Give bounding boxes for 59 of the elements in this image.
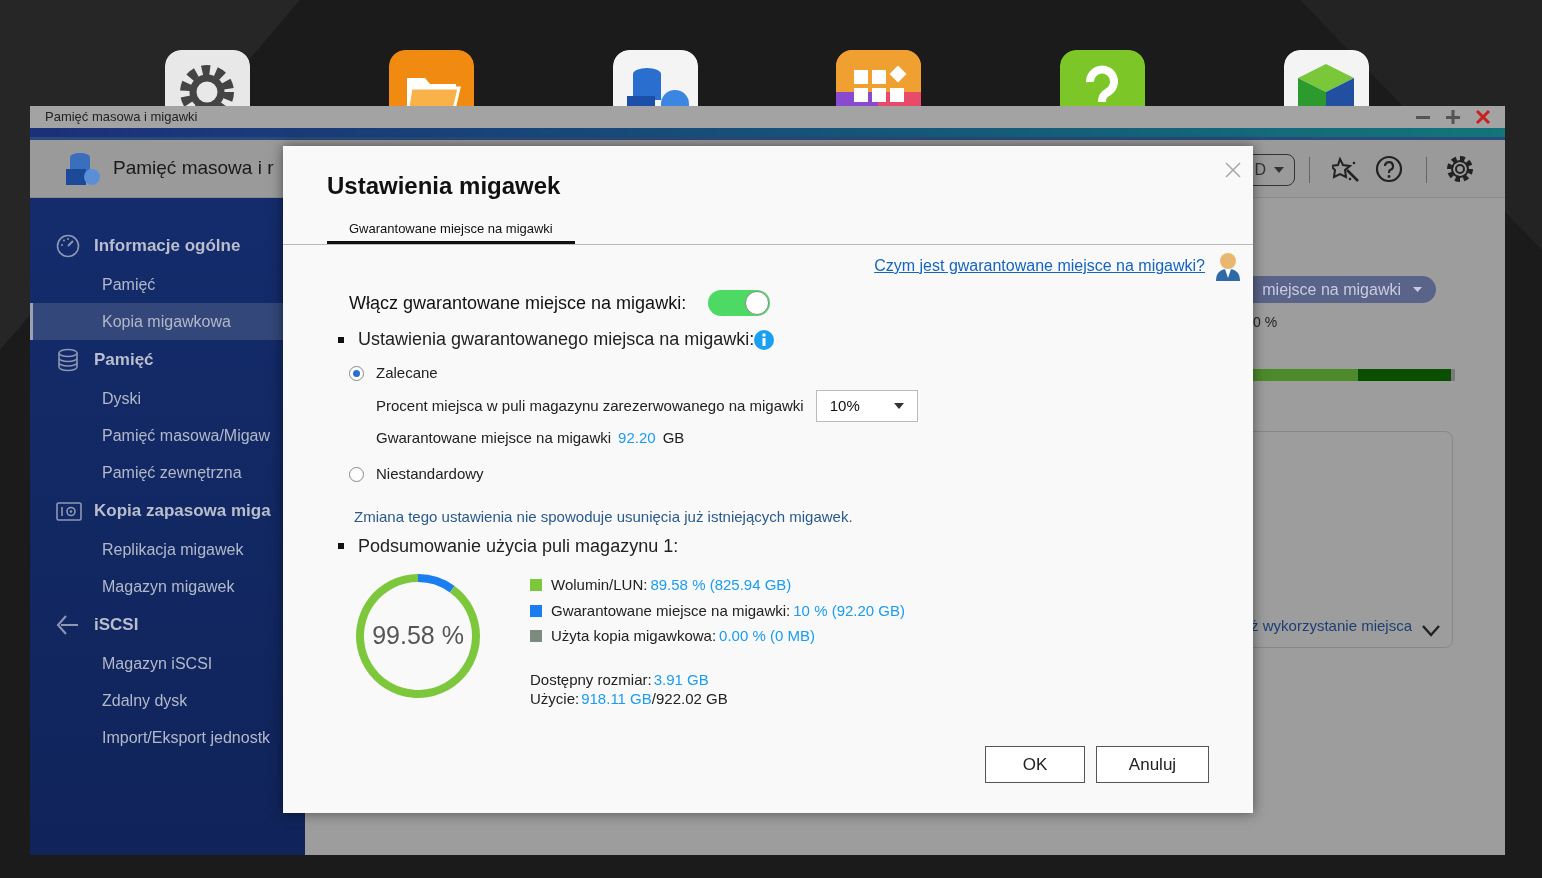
bullet: [338, 543, 344, 549]
ring-value: 99.58 %: [372, 619, 464, 651]
help-icon[interactable]: [1375, 155, 1403, 183]
legend-value: 89.58 % (825.94 GB): [650, 575, 792, 595]
app-title: Pamięć masowa i r: [113, 156, 274, 181]
folder-icon[interactable]: [389, 50, 474, 106]
cube-icon[interactable]: [1284, 50, 1369, 106]
stat-value: 3.91 GB: [653, 670, 709, 691]
chevron-down-icon[interactable]: [1422, 625, 1440, 637]
dialog-title: Ustawienia migawek: [327, 171, 562, 201]
sidebar-group[interactable]: Kopia zapasowa miga: [94, 498, 271, 524]
stat-value: 918.11 GB: [581, 689, 652, 710]
legend-value: 10 % (92.20 GB): [793, 600, 905, 621]
gauge-icon: [56, 234, 82, 258]
stat-label: Dostępny rozmiar:: [530, 670, 652, 691]
tab[interactable]: Gwarantowane miejsce na migawki: [327, 216, 575, 244]
percent-text: 0 %: [1253, 313, 1278, 332]
percent-dropdown[interactable]: 10%: [815, 390, 918, 422]
person-icon: [1213, 251, 1243, 281]
section-heading: Ustawienia gwarantowanego miejsca na migawki:: [358, 328, 755, 351]
cancel-button[interactable]: Anuluj: [1096, 746, 1209, 783]
caret-icon: [893, 403, 904, 409]
database-icon[interactable]: [613, 50, 698, 106]
toggle-label: Włącz gwarantowane miejsce na migawki:: [349, 291, 687, 315]
settings-icon[interactable]: [1445, 154, 1475, 184]
field-value: 92.20: [618, 427, 656, 448]
window-title: Pamięć masowa i migawki: [45, 108, 198, 127]
stat-total: /922.02 GB: [651, 689, 728, 710]
camera-icon: [56, 499, 82, 523]
field-label: Procent miejsca w puli magazynu zarezerwowanego na migawki: [376, 395, 804, 416]
radio-label: Niestandardowy: [376, 463, 484, 484]
info-icon[interactable]: [754, 329, 775, 350]
caret-icon: [1274, 167, 1284, 173]
stat-label: Użycie:: [530, 689, 580, 710]
sidebar-group[interactable]: Pamięć: [94, 347, 154, 373]
sidebar-group[interactable]: Informacje ogólne: [94, 233, 241, 259]
ok-button[interactable]: OK: [985, 746, 1085, 783]
maximize-icon[interactable]: [1445, 109, 1461, 125]
note-text: Zmiana tego ustawienia nie spowoduje usunięcia już istniejących migawek.: [354, 507, 854, 527]
question-icon[interactable]: [1060, 50, 1145, 106]
legend-value: 0.00 % (0 MB): [719, 626, 815, 646]
unit-text: GB: [662, 427, 685, 448]
radio-button[interactable]: [349, 466, 364, 482]
gear-icon[interactable]: [165, 50, 250, 106]
sidebar-group[interactable]: iSCSI: [94, 612, 139, 638]
grid-icon[interactable]: [836, 50, 921, 106]
radio-label: Zalecane: [376, 362, 438, 383]
magic-wand-icon[interactable]: [1332, 155, 1360, 183]
radio-button[interactable]: [349, 365, 364, 381]
toggle-switch[interactable]: [708, 290, 771, 316]
section-heading: Podsumowanie użycia puli magazynu 1:: [358, 534, 679, 558]
legend-label: Gwarantowane miejsce na migawki:: [551, 600, 791, 621]
help-link[interactable]: Czym jest gwarantowane miejsce na migawki?: [874, 254, 1205, 278]
legend-label: Wolumin/LUN:: [551, 575, 648, 595]
caret-icon: [1413, 287, 1422, 292]
bullet: [338, 336, 344, 343]
field-label: Gwarantowane miejsce na migawki: [376, 427, 612, 448]
database-icon: [64, 150, 100, 187]
legend-label: Użyta kopia migawkowa:: [551, 626, 717, 646]
